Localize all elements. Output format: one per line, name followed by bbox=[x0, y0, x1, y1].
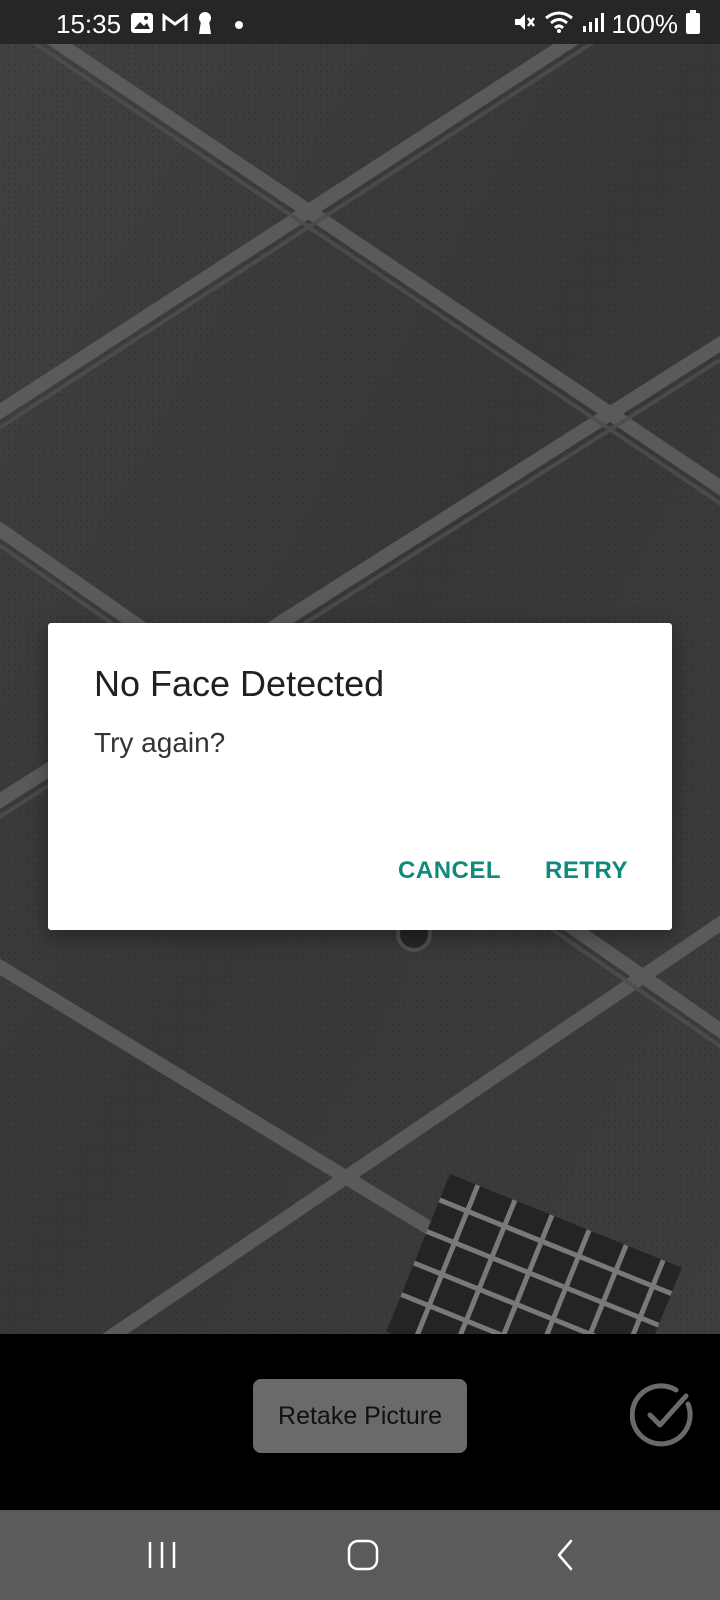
wifi-icon bbox=[544, 10, 574, 39]
system-icons: 100% bbox=[512, 9, 700, 40]
signal-icon bbox=[582, 11, 604, 38]
dot-icon bbox=[234, 17, 244, 35]
dialog-title: No Face Detected bbox=[94, 663, 385, 704]
home-icon[interactable] bbox=[333, 1530, 393, 1580]
notification-icons bbox=[130, 11, 244, 40]
battery-percent: 100% bbox=[611, 9, 679, 39]
navigation-bar bbox=[0, 1510, 720, 1600]
back-icon[interactable] bbox=[535, 1530, 595, 1580]
keyhole-icon bbox=[196, 11, 214, 40]
retake-picture-button[interactable]: Retake Picture bbox=[253, 1379, 467, 1453]
status-time: 15:35 bbox=[56, 9, 122, 39]
dialog-message: Try again? bbox=[94, 727, 226, 758]
check-circle-icon[interactable] bbox=[629, 1382, 696, 1453]
cancel-button[interactable]: CANCEL bbox=[398, 857, 501, 885]
gmail-icon bbox=[162, 13, 188, 38]
mute-icon bbox=[512, 10, 536, 39]
camera-controls: Retake Picture bbox=[0, 1334, 720, 1510]
dialog-actions: CANCEL RETRY bbox=[398, 857, 628, 885]
status-bar: 15:35 100% bbox=[0, 0, 720, 44]
gallery-icon bbox=[130, 12, 154, 39]
recents-icon[interactable] bbox=[132, 1530, 192, 1580]
battery-icon bbox=[686, 10, 700, 39]
retry-button[interactable]: RETRY bbox=[545, 857, 628, 885]
no-face-dialog: No Face Detected Try again? CANCEL RETRY bbox=[48, 623, 672, 930]
